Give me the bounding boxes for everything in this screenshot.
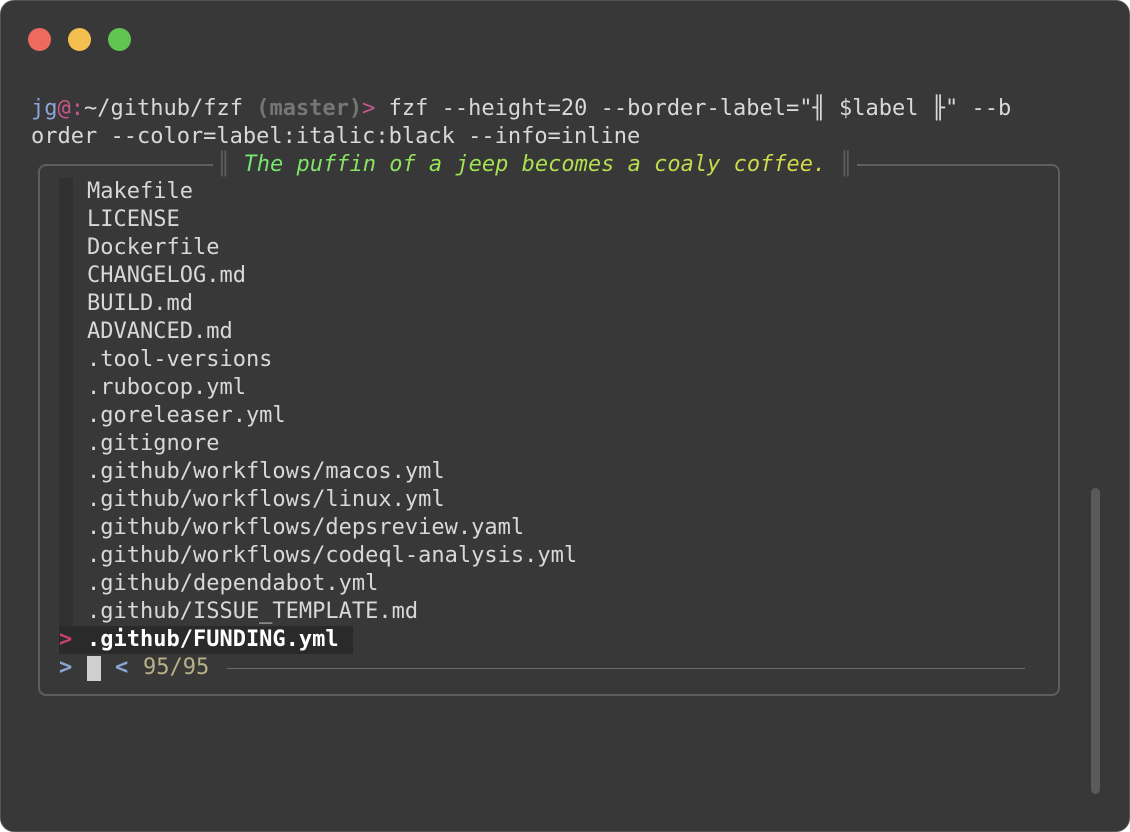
label-right-bar: ║ (839, 152, 853, 177)
list-item[interactable]: .github/workflows/macos.yml (87, 458, 445, 486)
query-prompt: > (59, 655, 73, 680)
current-item[interactable]: .github/FUNDING.yml (87, 626, 339, 654)
list-item[interactable]: ADVANCED.md (87, 318, 233, 346)
item-pointer: > (59, 627, 73, 652)
maximize-window-icon[interactable] (108, 28, 131, 51)
list-item[interactable]: BUILD.md (87, 290, 193, 318)
command-text: fzf --height=20 --border-label="╢ $label… (375, 96, 1012, 121)
prompt-git-branch: (master) (256, 96, 363, 121)
prompt-colon: : (70, 96, 84, 121)
list-item[interactable]: .github/ISSUE_TEMPLATE.md (87, 598, 418, 626)
fzf-gutter (59, 178, 73, 626)
prompt-at-sign: @ (57, 96, 71, 121)
list-item[interactable]: .gitignore (87, 430, 219, 458)
prompt-arrow: > (362, 96, 376, 121)
match-count: 95/95 (143, 655, 210, 680)
list-item[interactable]: CHANGELOG.md (87, 262, 246, 290)
list-item[interactable]: .github/workflows/depsreview.yaml (87, 514, 524, 542)
list-item[interactable]: LICENSE (87, 206, 180, 234)
query-input-cursor[interactable] (87, 656, 101, 681)
prompt-user: jg (31, 96, 58, 121)
fzf-border-label: ║ The puffin of a jeep becomes a coaly c… (213, 151, 857, 179)
list-item[interactable]: .goreleaser.yml (87, 402, 286, 430)
list-item[interactable]: .github/workflows/linux.yml (87, 486, 445, 514)
shell-prompt-line: jg@:~/github/fzf (master)> fzf --height=… (31, 95, 1011, 123)
list-item[interactable]: Makefile (87, 178, 193, 206)
info-separator: < (115, 655, 129, 680)
close-window-icon[interactable] (28, 28, 51, 51)
label-text: The puffin of a jeep becomes a coaly cof… (243, 152, 827, 177)
terminal-scrollbar[interactable] (1091, 488, 1100, 794)
terminal-window: jg@:~/github/fzf (master)> fzf --height=… (0, 0, 1130, 832)
list-item[interactable]: .tool-versions (87, 346, 272, 374)
list-item[interactable]: Dockerfile (87, 234, 219, 262)
command-text-wrapped: order --color=label:italic:black --info=… (31, 124, 641, 149)
info-divider-line (227, 668, 1025, 669)
minimize-window-icon[interactable] (68, 28, 91, 51)
list-item[interactable]: .rubocop.yml (87, 374, 246, 402)
prompt-path: ~/github/fzf (84, 96, 243, 121)
list-item[interactable]: .github/workflows/codeql-analysis.yml (87, 542, 577, 570)
label-left-bar: ║ (217, 152, 231, 177)
list-item[interactable]: .github/dependabot.yml (87, 570, 378, 598)
